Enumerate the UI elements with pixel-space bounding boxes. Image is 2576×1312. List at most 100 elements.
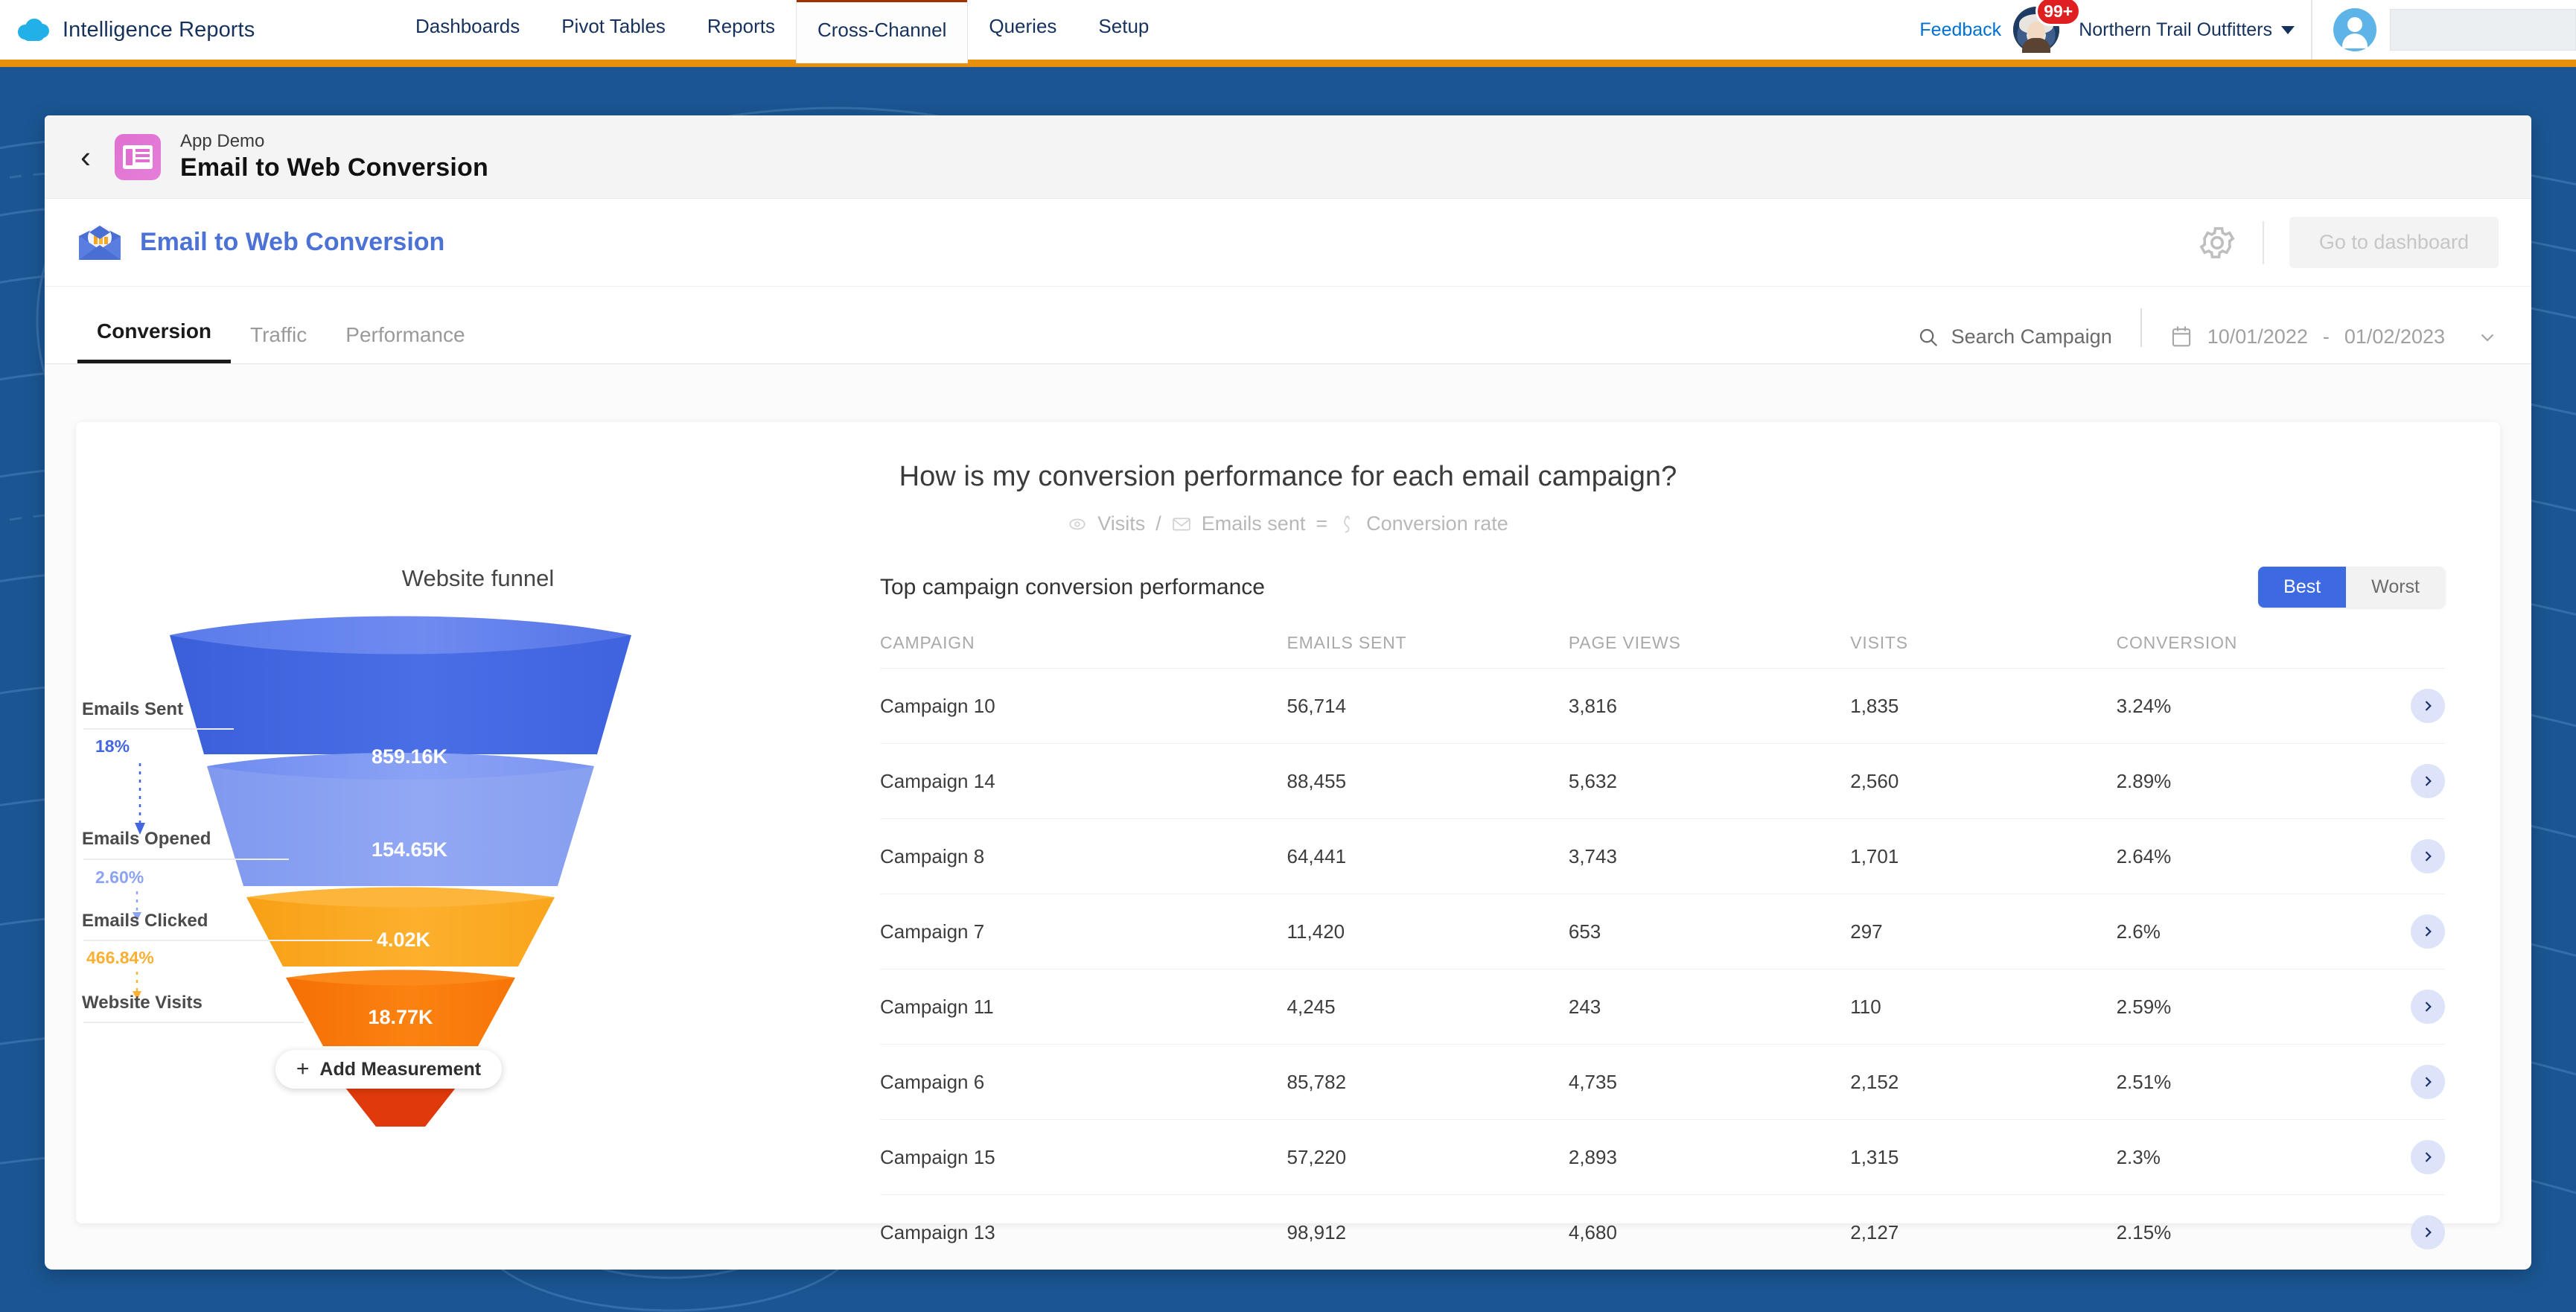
org-switcher-label[interactable]: Northern Trail Outfitters <box>2059 19 2281 41</box>
table-row[interactable]: Campaign 13 98,912 4,680 2,127 2.15% <box>880 1195 2445 1270</box>
tab-traffic[interactable]: Traffic <box>231 323 326 363</box>
row-action-button[interactable] <box>2411 1215 2445 1249</box>
row-action-button[interactable] <box>2411 839 2445 873</box>
chevron-right-icon <box>2425 926 2432 937</box>
eye-icon <box>1068 515 1087 534</box>
go-to-dashboard-button[interactable]: Go to dashboard <box>2289 217 2499 268</box>
cell-conversion: 2.89% <box>2116 743 2382 819</box>
col-page-views[interactable]: PAGE VIEWS <box>1568 633 1851 669</box>
cell-conversion: 3.24% <box>2116 668 2382 744</box>
cell-page-views: 3,743 <box>1568 818 1851 894</box>
date-separator: - <box>2322 325 2330 348</box>
row-action-button[interactable] <box>2411 914 2445 949</box>
cell-emails-sent: 88,455 <box>1287 743 1569 819</box>
cell-action[interactable] <box>2382 1119 2445 1195</box>
cell-campaign: Campaign 8 <box>880 818 1287 894</box>
cell-action[interactable] <box>2382 894 2445 969</box>
report-tabs: Conversion Traffic Performance Search Ca… <box>45 287 2531 364</box>
table-title: Top campaign conversion performance <box>880 574 1265 599</box>
table-row[interactable]: Campaign 7 11,420 653 297 2.6% <box>880 894 2445 969</box>
nav-item-setup[interactable]: Setup <box>1077 0 1170 56</box>
nav-item-reports[interactable]: Reports <box>686 0 796 56</box>
cell-page-views: 4,735 <box>1568 1044 1851 1120</box>
tab-conversion[interactable]: Conversion <box>77 319 232 363</box>
brand[interactable]: Intelligence Reports <box>0 17 395 42</box>
caret-down-icon[interactable] <box>2281 25 2295 34</box>
search-campaign-label: Search Campaign <box>1951 325 2112 348</box>
search-icon <box>1919 328 1937 346</box>
table-head-row: CAMPAIGN EMAILS SENT PAGE VIEWS VISITS C… <box>880 633 2445 669</box>
cell-visits: 110 <box>1850 969 2117 1045</box>
app-subtitle: App Demo <box>180 131 265 151</box>
cell-page-views: 2,893 <box>1568 1119 1851 1195</box>
col-visits[interactable]: VISITS <box>1850 633 2117 669</box>
website-funnel-chart: 859.16K 154.65K 4.02K 18.77K Emails Sent… <box>76 605 880 1127</box>
tab-performance[interactable]: Performance <box>326 323 484 363</box>
nav-item-dashboards[interactable]: Dashboards <box>395 0 541 56</box>
cell-campaign: Campaign 11 <box>880 969 1287 1045</box>
cell-emails-sent: 4,245 <box>1287 969 1569 1045</box>
toggle-best[interactable]: Best <box>2258 567 2347 608</box>
cell-visits: 1,315 <box>1850 1119 2117 1195</box>
report-title: Email to Web Conversion <box>140 228 445 256</box>
cell-page-views: 3,816 <box>1568 668 1851 744</box>
cell-page-views: 243 <box>1568 969 1851 1045</box>
email-chart-icon <box>77 224 122 261</box>
cell-emails-sent: 98,912 <box>1287 1220 1347 1243</box>
svg-text:18.77K: 18.77K <box>368 1006 433 1028</box>
app-panel: ‹ App Demo Email to Web Conversion Email… <box>45 115 2531 1270</box>
row-action-button[interactable] <box>2411 990 2445 1024</box>
app-panel-header: ‹ App Demo Email to Web Conversion <box>45 115 2531 199</box>
page-title: Email to Web Conversion <box>180 153 488 182</box>
divider <box>2140 308 2142 347</box>
cell-visits: 297 <box>1850 894 2117 969</box>
cell-emails-sent: 64,441 <box>1287 818 1569 894</box>
row-action-button[interactable] <box>2411 1140 2445 1174</box>
chevron-left-icon[interactable]: ‹ <box>76 141 95 173</box>
funnel-transition-3: 466.84% <box>86 948 154 967</box>
table-row[interactable]: Campaign 10 56,714 3,816 1,835 3.24% <box>880 668 2445 744</box>
plus-icon: + <box>296 1057 310 1081</box>
cell-visits: 2,152 <box>1850 1044 2117 1120</box>
gear-icon[interactable] <box>2197 223 2237 263</box>
table-row[interactable]: Campaign 11 4,245 243 110 2.59% <box>880 969 2445 1045</box>
table-row[interactable]: Campaign 8 64,441 3,743 1,701 2.64% <box>880 818 2445 894</box>
date-range-picker[interactable]: 10/01/2022 - 01/02/2023 <box>2170 325 2499 363</box>
nav-item-cross-channel[interactable]: Cross-Channel <box>795 0 969 63</box>
svg-text:859.16K: 859.16K <box>372 745 448 768</box>
row-action-button[interactable] <box>2411 689 2445 723</box>
chevron-down-icon[interactable] <box>2476 325 2499 348</box>
funnel-section: Website funnel 859.16K 154.65K 4.02K 18.… <box>76 550 880 1270</box>
notification-badge[interactable]: 99+ <box>2035 0 2082 26</box>
search-campaign-button[interactable]: Search Campaign <box>1917 325 2112 363</box>
add-measurement-button[interactable]: + Add Measurement <box>275 1050 502 1089</box>
toggle-worst[interactable]: Worst <box>2346 567 2445 608</box>
cell-page-views: 653 <box>1568 894 1851 969</box>
einstein-body <box>2022 38 2051 53</box>
cell-action[interactable] <box>2382 818 2445 894</box>
cell-action[interactable] <box>2382 1195 2445 1270</box>
table-row[interactable]: Campaign 6 85,782 4,735 2,152 2.51% <box>880 1044 2445 1120</box>
cell-action[interactable] <box>2382 743 2445 819</box>
einstein-assistant-icon[interactable]: 99+ <box>2013 0 2082 53</box>
table-row[interactable]: Campaign 14 88,455 5,632 2,560 2.89% <box>880 743 2445 819</box>
cell-campaign: Campaign 15 <box>880 1119 1287 1195</box>
funnel-transition-1: 18% <box>95 736 130 756</box>
nav-item-pivot-tables[interactable]: Pivot Tables <box>541 0 686 56</box>
cell-action[interactable] <box>2382 969 2445 1045</box>
table-row[interactable]: Campaign 15 57,220 2,893 1,315 2.3% <box>880 1119 2445 1195</box>
best-worst-toggle[interactable]: Best Worst <box>2258 567 2445 608</box>
cell-action[interactable] <box>2382 1044 2445 1120</box>
col-campaign[interactable]: CAMPAIGN <box>880 633 1287 669</box>
user-avatar-icon[interactable] <box>2333 8 2376 51</box>
col-conversion[interactable]: CONVERSION <box>2116 633 2382 669</box>
col-emails-sent[interactable]: EMAILS SENT <box>1287 633 1569 669</box>
cell-action[interactable] <box>2382 668 2445 744</box>
row-action-button[interactable] <box>2411 1065 2445 1099</box>
report-header: Email to Web Conversion Go to dashboard <box>45 199 2531 287</box>
feedback-link[interactable]: Feedback <box>1919 19 2013 41</box>
funnel-stage-label-emails-opened: Emails Opened <box>82 829 211 849</box>
nav-item-queries[interactable]: Queries <box>968 0 1077 56</box>
user-menu[interactable] <box>2312 8 2576 51</box>
row-action-button[interactable] <box>2411 764 2445 798</box>
